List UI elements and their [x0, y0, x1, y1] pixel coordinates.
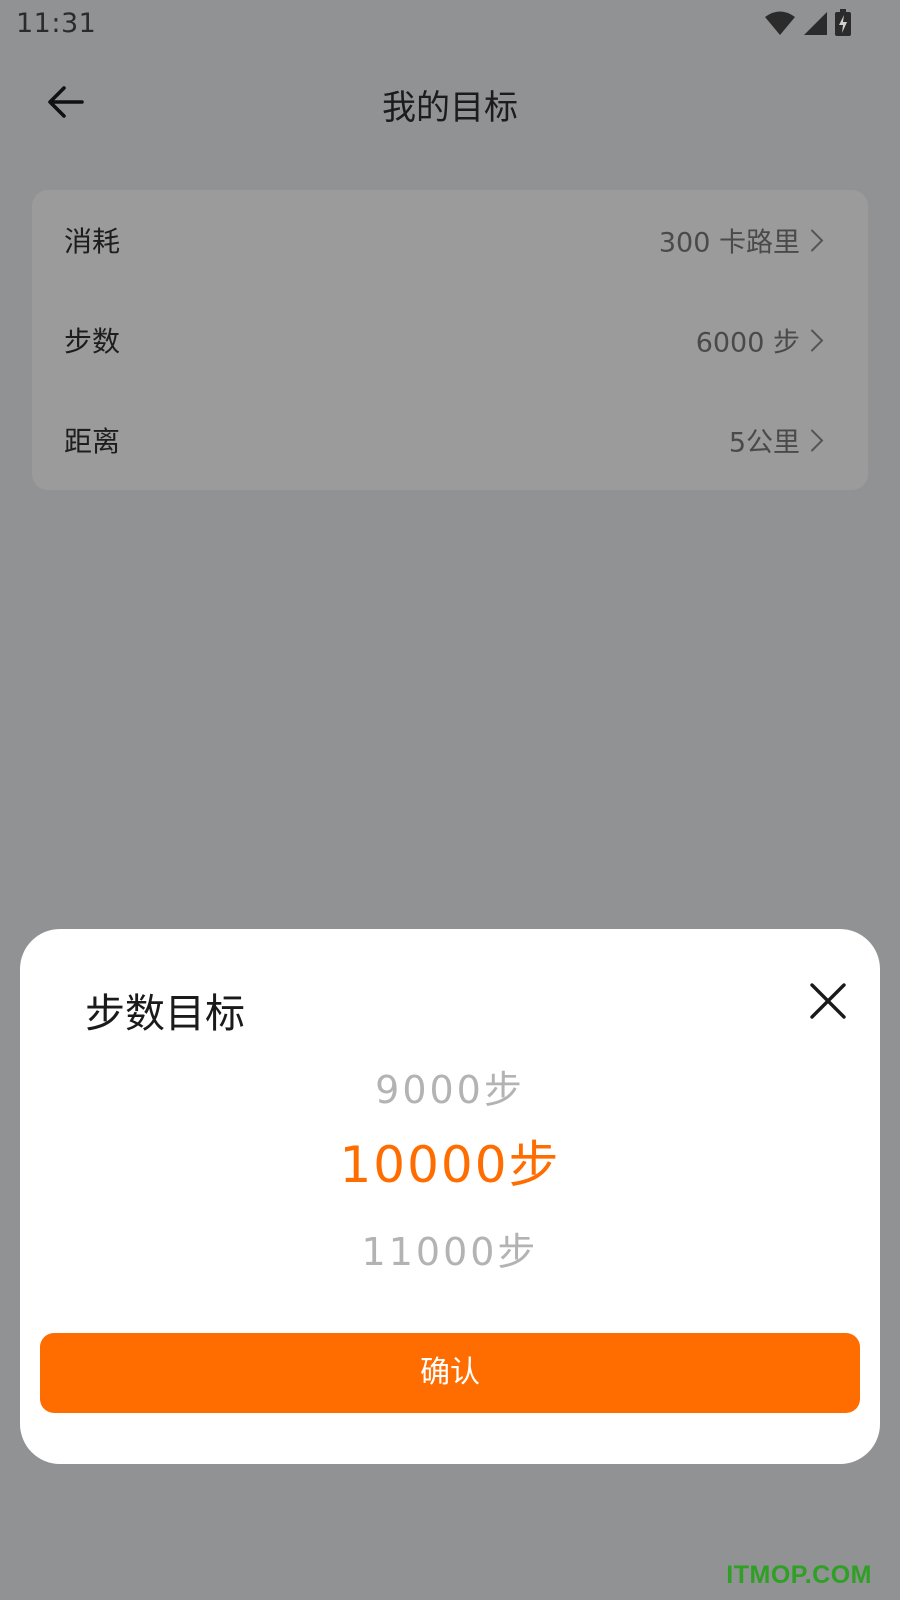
- status-icons: [764, 9, 852, 37]
- goal-value-group: 5公里: [729, 421, 824, 460]
- step-goal-sheet: 步数目标 9000步 10000步 11000步 确认: [20, 929, 880, 1464]
- close-icon: [810, 983, 846, 1019]
- status-time: 11:31: [16, 8, 97, 39]
- battery-charging-icon: [835, 9, 851, 36]
- step-picker[interactable]: 9000步 10000步 11000步: [20, 1059, 880, 1279]
- chevron-right-icon: [811, 429, 824, 451]
- chevron-right-icon: [811, 229, 824, 251]
- goal-value-group: 6000 步: [696, 321, 824, 360]
- page-title: 我的目标: [382, 88, 518, 128]
- goal-value: 300 卡路里: [658, 227, 800, 259]
- goal-label: 距离: [64, 425, 121, 458]
- goal-row-steps[interactable]: 步数 6000 步: [32, 290, 868, 390]
- picker-option[interactable]: 11000步: [20, 1221, 880, 1276]
- watermark: ITMOP.COM: [726, 1561, 872, 1589]
- goal-label: 步数: [64, 325, 121, 358]
- goal-row-distance[interactable]: 距离 5公里: [32, 390, 868, 490]
- close-button[interactable]: [808, 981, 848, 1021]
- picker-option[interactable]: 9000步: [20, 1059, 880, 1114]
- picker-option-selected[interactable]: 10000步: [20, 1125, 880, 1197]
- sheet-title: 步数目标: [85, 991, 245, 1037]
- signal-icon: [804, 12, 827, 35]
- confirm-button[interactable]: 确认: [40, 1333, 860, 1413]
- goal-label: 消耗: [64, 225, 121, 258]
- goal-list-card: 消耗 300 卡路里 步数 6000 步 距离 5公里: [32, 190, 868, 490]
- goal-row-calories[interactable]: 消耗 300 卡路里: [32, 190, 868, 290]
- goal-value: 6000 步: [695, 327, 800, 359]
- goal-value: 5公里: [728, 427, 800, 459]
- goal-value-group: 300 卡路里: [659, 221, 824, 260]
- chevron-right-icon: [811, 329, 824, 351]
- status-bar: 11:31: [0, 0, 900, 50]
- wifi-icon: [765, 11, 795, 35]
- header: 我的目标: [0, 62, 900, 142]
